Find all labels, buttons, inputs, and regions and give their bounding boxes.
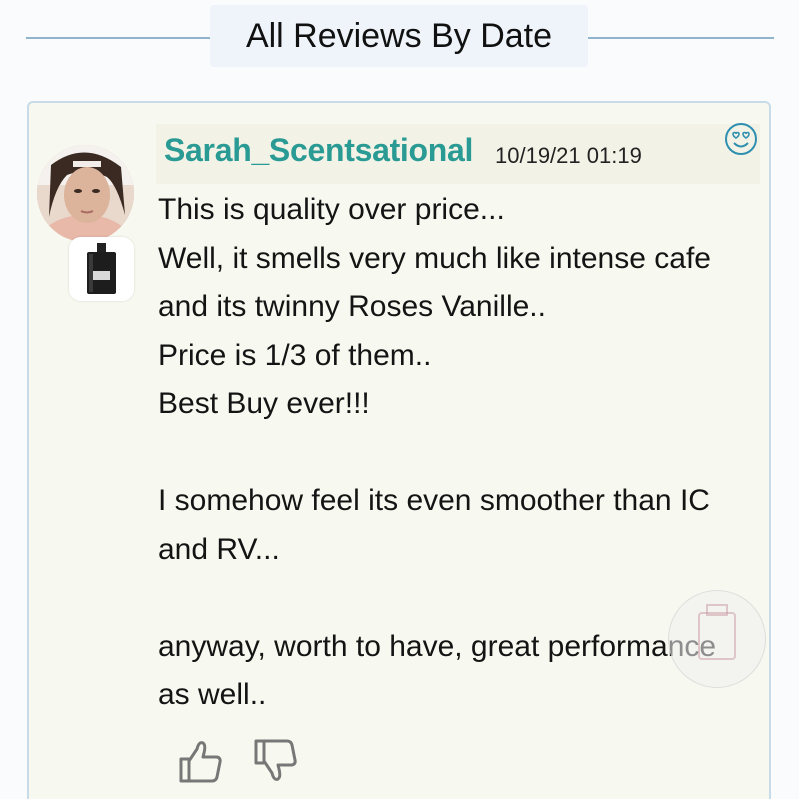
watermark-logo [668,590,766,688]
heart-eyes-emoji-icon[interactable] [724,122,758,156]
header-divider-right [588,37,774,39]
reviews-page: All Reviews By Date Sarah_Scentsational … [0,0,799,799]
page-title: All Reviews By Date [210,5,588,67]
upvote-button[interactable] [177,737,225,785]
header-divider-left [26,37,210,39]
perfume-thumbnail[interactable] [69,237,134,301]
review-line: and RV... [158,532,280,566]
thumbs-down-icon [254,739,297,781]
review-line: Best Buy ever!!! [158,387,370,420]
review-line: Price is 1/3 of them.. [158,338,432,372]
review-line: This is quality over price... [158,193,505,226]
review-line: and its twinny Roses Vanille.. [158,290,546,323]
thumbs-up-icon [179,741,222,783]
review-timestamp: 10/19/21 01:19 [495,143,642,168]
review-line: Well, it smells very much like intense c… [158,241,711,275]
review-line [158,429,768,478]
review-line: I somehow feel its even smoother than IC [158,484,710,517]
reviews-header: All Reviews By Date [0,0,799,80]
review-author[interactable]: Sarah_Scentsational [164,132,473,169]
avatar[interactable] [37,145,134,242]
downvote-button[interactable] [252,737,300,785]
